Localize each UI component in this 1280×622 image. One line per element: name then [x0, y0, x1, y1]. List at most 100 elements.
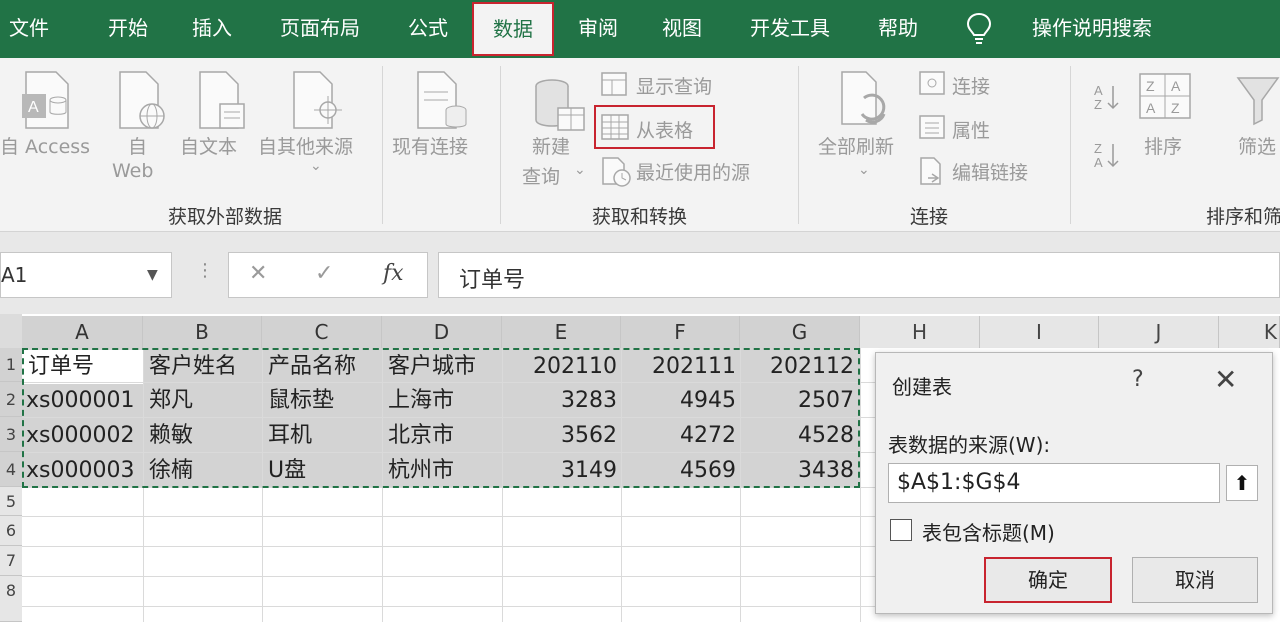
cancel-button[interactable]: 取消 [1132, 557, 1258, 603]
tab-formulas[interactable]: 公式 [400, 0, 456, 56]
collapse-dialog-upload-icon[interactable]: ⬆ [1226, 465, 1258, 501]
column-header-k[interactable]: K [1219, 316, 1280, 348]
tab-file[interactable]: 文件 [4, 0, 54, 56]
tab-page-layout[interactable]: 页面布局 [270, 0, 370, 56]
from-text-button[interactable]: 自文本 [180, 132, 237, 159]
data-source-input[interactable]: $A$1:$G$4 [888, 463, 1220, 503]
other-sources-icon [293, 71, 342, 129]
refresh-all-button[interactable]: 全部刷新 [818, 132, 894, 159]
web-globe-icon [119, 71, 165, 129]
tab-review[interactable]: 审阅 [570, 0, 626, 56]
formula-input[interactable]: 订单号 [438, 252, 1280, 298]
text-file-icon [199, 71, 245, 129]
tab-view[interactable]: 视图 [654, 0, 710, 56]
tab-data[interactable]: 数据 [472, 2, 554, 56]
svg-text:A: A [1094, 83, 1103, 98]
row-header-2[interactable]: 2 [0, 382, 22, 417]
from-access-button[interactable]: 自 Access [0, 132, 90, 159]
select-all-button[interactable] [0, 314, 22, 348]
access-database-icon: A [22, 71, 69, 129]
row-header-8[interactable]: 8 [0, 576, 22, 622]
has-headers-label[interactable]: 表包含标题(M) [922, 517, 1055, 546]
cancel-x-icon[interactable]: ✕ [249, 261, 267, 286]
chevron-down-icon[interactable]: ⌄ [310, 158, 322, 174]
sort-ascending-icon[interactable]: A Z [1094, 82, 1124, 112]
gridline [22, 606, 875, 607]
group-label-sort-filter: 排序和筛 [1206, 206, 1280, 228]
column-header-b[interactable]: B [143, 316, 262, 348]
new-query-label-line2: 查询 [522, 166, 561, 188]
group-label-get-external-data: 获取外部数据 [168, 206, 283, 228]
formula-buttons: ✕ ✓ fx [228, 252, 428, 298]
column-header-i[interactable]: I [980, 316, 1099, 348]
tab-home[interactable]: 开始 [100, 0, 156, 56]
has-headers-checkbox[interactable] [890, 519, 912, 541]
svg-text:A: A [28, 99, 39, 116]
help-icon[interactable]: ? [1132, 367, 1144, 392]
name-box-value: A1 [1, 263, 28, 287]
svg-text:A: A [1171, 78, 1181, 94]
new-query-icon [535, 79, 585, 131]
connections-icon [919, 71, 945, 95]
column-header-a[interactable]: A [22, 316, 143, 348]
connections-button[interactable]: 连接 [952, 72, 990, 99]
data-source-label: 表数据的来源(W): [888, 433, 1051, 457]
tab-insert[interactable]: 插入 [184, 0, 240, 56]
tell-me-search[interactable]: 操作说明搜索 [1012, 0, 1172, 56]
gridline [22, 516, 875, 517]
insert-function-icon[interactable]: fx [383, 261, 404, 286]
chevron-down-icon[interactable]: ⌄ [574, 162, 586, 178]
existing-connections-icon [417, 71, 467, 129]
create-table-dialog: 创建表 ? ✕ 表数据的来源(W): $A$1:$G$4 ⬆ 表包含标题(M) … [875, 352, 1273, 614]
gridline [860, 348, 861, 622]
row-header-7[interactable]: 7 [0, 546, 22, 576]
ribbon-separator [500, 66, 501, 224]
column-header-d[interactable]: D [382, 316, 502, 348]
formula-bar: A1 ▼ ⋮ ✕ ✓ fx 订单号 [0, 232, 1280, 314]
dialog-title: 创建表 [892, 375, 952, 399]
svg-text:Z: Z [1146, 78, 1155, 94]
ok-button[interactable]: 确定 [984, 557, 1112, 603]
show-queries-button[interactable]: 显示查询 [636, 72, 712, 99]
lightbulb-icon[interactable] [966, 12, 992, 46]
edit-links-button[interactable]: 编辑链接 [952, 158, 1028, 185]
row-header-3[interactable]: 3 [0, 417, 22, 452]
svg-text:A: A [1094, 155, 1103, 170]
chevron-down-icon[interactable]: ⌄ [858, 162, 870, 178]
name-box[interactable]: A1 ▼ [0, 252, 172, 298]
row-header-1[interactable]: 1 [0, 348, 22, 382]
row-header-6[interactable]: 6 [0, 516, 22, 546]
tab-help[interactable]: 帮助 [870, 0, 926, 56]
enter-check-icon[interactable]: ✓ [315, 261, 333, 286]
gridline [22, 576, 875, 577]
sort-button[interactable]: 排序 [1144, 132, 1182, 159]
vertical-dots-icon: ⋮ [196, 260, 214, 281]
column-header-h[interactable]: H [860, 316, 980, 348]
sort-descending-icon[interactable]: Z A [1094, 140, 1124, 170]
column-header-f[interactable]: F [621, 316, 740, 348]
new-query-button[interactable]: 新建 [532, 132, 570, 159]
close-icon[interactable]: ✕ [1214, 363, 1237, 396]
filter-funnel-icon [1236, 77, 1280, 126]
properties-button[interactable]: 属性 [952, 116, 990, 143]
column-header-e[interactable]: E [502, 316, 621, 348]
column-header-j[interactable]: J [1099, 316, 1219, 348]
ribbon-separator [382, 66, 383, 224]
column-header-c[interactable]: C [262, 316, 382, 348]
refresh-all-icon [841, 71, 886, 125]
column-header-g[interactable]: G [740, 316, 860, 348]
from-table-highlight [594, 105, 715, 149]
tab-developer[interactable]: 开发工具 [740, 0, 840, 56]
recent-sources-button[interactable]: 最近使用的源 [636, 158, 750, 185]
from-web-button[interactable]: 自 [128, 132, 147, 159]
menu-bar: 文件 开始 插入 页面布局 公式 数据 审阅 视图 开发工具 帮助 操作说明搜索 [0, 0, 1280, 58]
edit-links-icon [920, 157, 941, 185]
from-other-sources-button[interactable]: 自其他来源 [258, 132, 353, 159]
row-header-4[interactable]: 4 [0, 452, 22, 487]
dropdown-arrow-icon[interactable]: ▼ [147, 267, 158, 283]
filter-button[interactable]: 筛选 [1238, 132, 1276, 159]
row-header-5[interactable]: 5 [0, 487, 22, 516]
svg-text:Z: Z [1094, 97, 1102, 112]
svg-text:A: A [1146, 100, 1156, 116]
existing-connections-button[interactable]: 现有连接 [392, 132, 468, 159]
